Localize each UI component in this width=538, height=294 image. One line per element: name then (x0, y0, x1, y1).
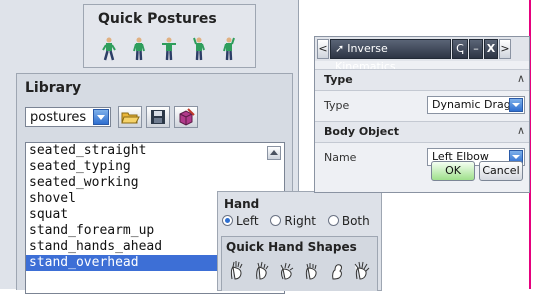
type-section-header[interactable]: Type ∧ (315, 69, 529, 91)
body-object-section-title: Body Object (324, 125, 400, 138)
list-item[interactable]: seated_typing (26, 159, 284, 175)
open-button[interactable] (118, 106, 142, 128)
type-label: Type (324, 99, 350, 112)
posture-figure-4[interactable] (191, 37, 207, 61)
quick-hand-shapes-title: Quick Hand Shapes (226, 240, 357, 254)
radio-both[interactable] (327, 215, 339, 226)
undock-button[interactable]: ↅ (452, 39, 468, 59)
delete-icon (179, 108, 195, 126)
open-folder-icon (121, 112, 140, 124)
hand-panel: Hand Left Right Both Quick Hand Shapes (217, 191, 382, 291)
posture-figure-1[interactable] (101, 37, 117, 61)
delete-button[interactable] (174, 106, 198, 128)
hand-shape-2[interactable] (253, 259, 271, 281)
hand-shape-3[interactable] (278, 259, 296, 281)
scroll-up-arrow-icon[interactable] (267, 146, 281, 160)
category-select-value: postures (30, 110, 87, 125)
tab-nav-right[interactable]: > (499, 39, 511, 59)
name-label: Name (324, 151, 357, 164)
library-title: Library (25, 80, 82, 96)
type-select[interactable]: Dynamic Drag (427, 96, 525, 114)
ik-tab-bar: < ➚ Inverse Kinematics ↅ – X > (315, 37, 529, 73)
posture-figure-2[interactable] (131, 37, 147, 61)
type-select-value: Dynamic Drag (432, 98, 511, 111)
quick-postures-group: Quick Postures (83, 4, 256, 68)
hand-shape-4[interactable] (303, 259, 321, 281)
tab-nav-left[interactable]: < (317, 39, 329, 59)
close-button[interactable]: X (484, 39, 498, 59)
hand-title: Hand (224, 197, 260, 211)
arrow-cursor-icon: ➚ (335, 42, 345, 55)
radio-right[interactable] (270, 215, 282, 226)
quick-hand-shapes-group: Quick Hand Shapes (221, 236, 378, 291)
category-select[interactable]: postures (25, 107, 111, 127)
radio-left[interactable] (222, 215, 233, 226)
chevron-down-icon[interactable] (93, 109, 109, 125)
posture-figure-5[interactable] (221, 37, 237, 61)
cancel-button[interactable]: Cancel (479, 161, 523, 181)
save-button[interactable] (146, 106, 170, 128)
hand-side-options: Left Right Both (222, 214, 378, 228)
radio-left-label[interactable]: Left (236, 214, 259, 228)
collapse-caret-icon[interactable]: ∧ (517, 72, 525, 85)
quick-postures-title: Quick Postures (98, 11, 217, 27)
tab-inverse-kinematics[interactable]: ➚ Inverse Kinematics (330, 39, 451, 73)
ok-button[interactable]: OK (431, 161, 475, 181)
list-item[interactable]: seated_straight (26, 143, 284, 159)
hand-shape-6[interactable] (353, 259, 371, 281)
posture-figure-3[interactable] (161, 37, 177, 61)
minimize-button[interactable]: – (469, 39, 483, 59)
inverse-kinematics-window: < ➚ Inverse Kinematics ↅ – X > Type ∧ Typ… (314, 36, 530, 193)
save-disk-icon (151, 110, 165, 124)
collapse-caret-icon[interactable]: ∧ (517, 124, 525, 137)
radio-right-label[interactable]: Right (284, 214, 316, 228)
hand-shape-5[interactable] (328, 259, 346, 281)
type-section-title: Type (324, 73, 353, 86)
list-item[interactable]: seated_working (26, 175, 284, 191)
radio-both-label[interactable]: Both (342, 214, 370, 228)
body-object-section-header[interactable]: Body Object ∧ (315, 121, 529, 143)
hand-shape-1[interactable] (228, 259, 246, 281)
chevron-down-icon[interactable] (509, 98, 523, 112)
